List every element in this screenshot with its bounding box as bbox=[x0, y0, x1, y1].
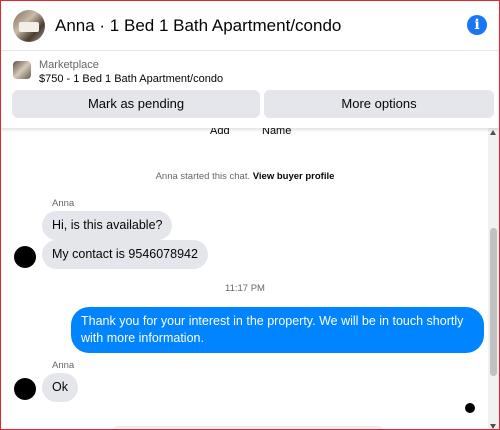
composer-edge[interactable] bbox=[113, 426, 383, 429]
chat-window: Anna · 1 Bed 1 Bath Apartment/condo i Ma… bbox=[0, 0, 500, 430]
incoming-message[interactable]: My contact is 9546078942 bbox=[42, 240, 208, 269]
scroll-down-arrow-icon[interactable] bbox=[490, 424, 496, 429]
listing-thumbnail[interactable] bbox=[13, 61, 31, 79]
view-buyer-profile-link[interactable]: View buyer profile bbox=[253, 171, 335, 182]
listing-source: Marketplace bbox=[39, 59, 99, 71]
listing-description[interactable]: $750 - 1 Bed 1 Bath Apartment/condo bbox=[39, 73, 223, 85]
sender-avatar[interactable] bbox=[14, 246, 36, 268]
chat-header: Anna · 1 Bed 1 Bath Apartment/condo i bbox=[1, 1, 499, 51]
listing-avatar[interactable] bbox=[13, 9, 45, 42]
scrollbar-thumb[interactable] bbox=[490, 228, 497, 376]
info-icon[interactable]: i bbox=[467, 15, 487, 35]
read-receipt-avatar bbox=[465, 403, 475, 413]
chat-title: Anna · 1 Bed 1 Bath Apartment/condo bbox=[55, 15, 342, 35]
mark-as-pending-button[interactable]: Mark as pending bbox=[12, 90, 260, 118]
sender-name: Anna bbox=[52, 198, 75, 209]
listing-bar: Marketplace $750 - 1 Bed 1 Bath Apartmen… bbox=[1, 52, 499, 128]
incoming-message[interactable]: Hi, is this available? bbox=[42, 211, 173, 240]
system-message-text: Anna started this chat. bbox=[155, 171, 251, 182]
incoming-message[interactable]: Ok bbox=[42, 373, 78, 402]
sender-avatar[interactable] bbox=[14, 378, 36, 400]
more-options-button[interactable]: More options bbox=[264, 90, 494, 118]
chat-scrollbar[interactable] bbox=[488, 128, 499, 429]
scroll-up-arrow-icon[interactable] bbox=[490, 130, 496, 135]
system-message: Anna started this chat. View buyer profi… bbox=[1, 171, 489, 182]
message-list[interactable]: Add Name Anna started this chat. View bu… bbox=[1, 125, 489, 429]
outgoing-message[interactable]: Thank you for your interest in the prope… bbox=[71, 307, 484, 353]
message-timestamp: 11:17 PM bbox=[225, 283, 265, 294]
sender-name: Anna bbox=[52, 360, 75, 371]
